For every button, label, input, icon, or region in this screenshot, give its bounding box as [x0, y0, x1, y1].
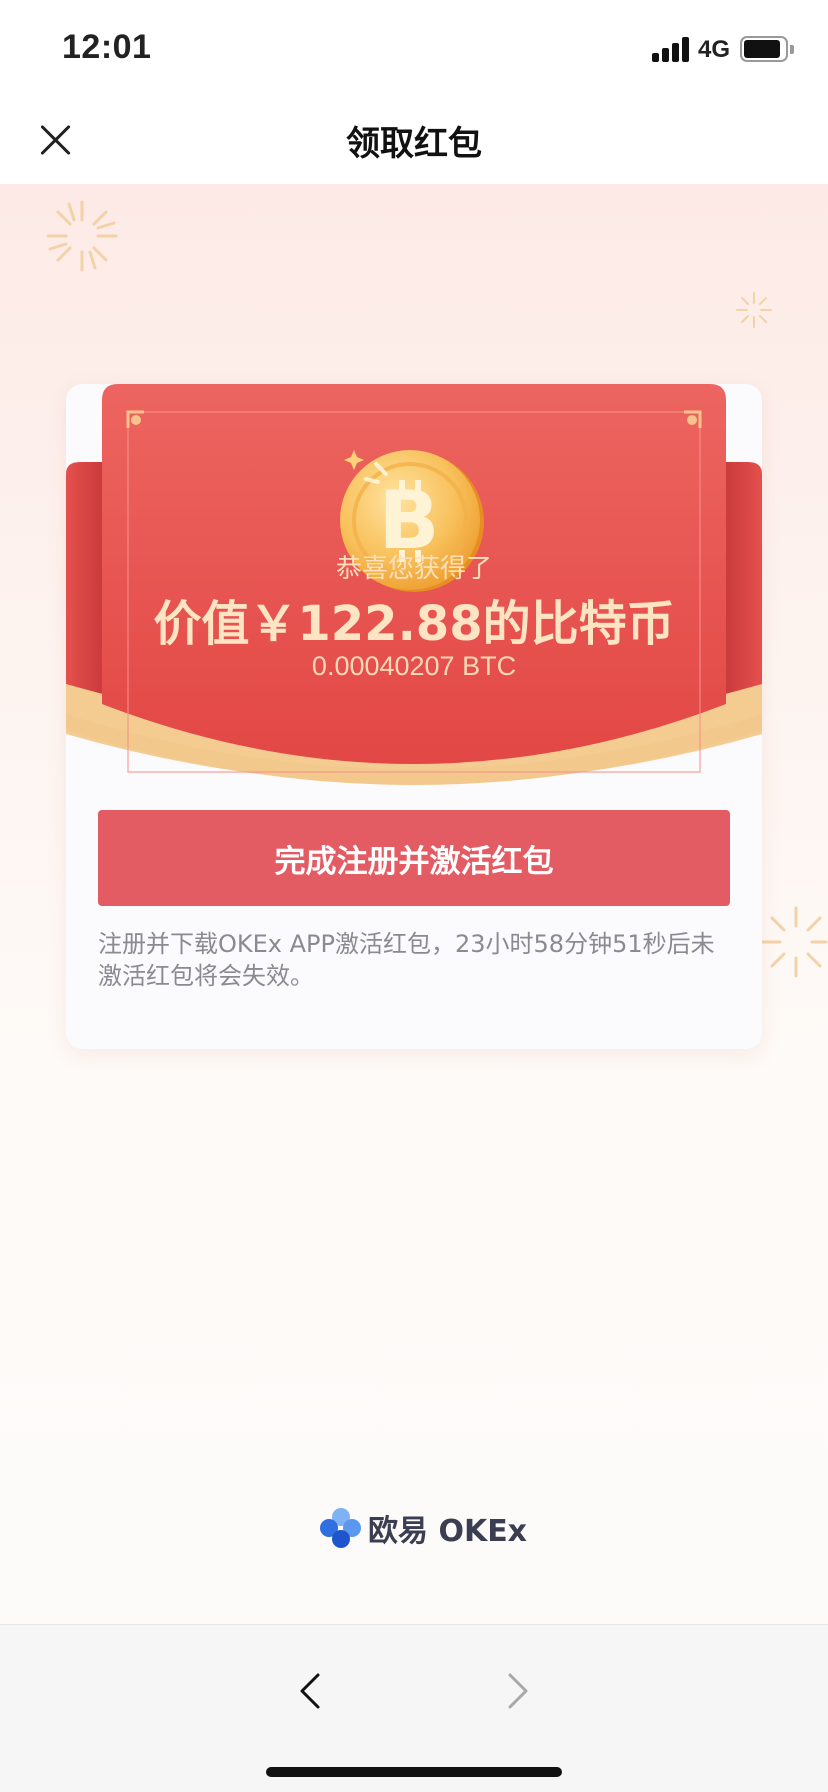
page-title: 领取红包 [346, 124, 482, 164]
battery-icon [740, 36, 794, 62]
firework-icon [760, 906, 828, 978]
congrats-text: 恭喜您获得了 [335, 554, 492, 584]
brand-name: 欧易 OKEx [368, 1514, 528, 1549]
status-bar: 12:01 4G [0, 0, 828, 96]
okex-logo-icon [320, 1506, 362, 1550]
firework-icon [736, 292, 772, 328]
reward-value: 价值￥122.88的比特币 [153, 596, 675, 652]
firework-icon [46, 200, 118, 272]
expiry-notice: 注册并下载OKEx APP激活红包，23小时58分钟51秒后未激活红包将会失效。 [98, 930, 715, 990]
btc-amount: 0.00040207 BTC [311, 651, 517, 681]
signal-icon [652, 36, 692, 62]
activate-button-label: 完成注册并激活红包 [274, 843, 554, 880]
status-time: 12:01 [62, 28, 152, 66]
main-content: B 恭喜您获得了 价值￥122.88的比特币 0.00040207 BTC 完成… [0, 184, 828, 1624]
chevron-left-icon[interactable] [290, 1669, 334, 1713]
okex-brand: 欧易 OKEx [320, 1506, 527, 1550]
chevron-right-icon[interactable] [494, 1669, 538, 1713]
network-label: 4G [698, 36, 731, 63]
header: 领取红包 [0, 96, 828, 184]
bottom-toolbar [0, 1624, 828, 1792]
home-indicator [266, 1767, 562, 1777]
activate-button[interactable]: 完成注册并激活红包 [98, 810, 730, 906]
